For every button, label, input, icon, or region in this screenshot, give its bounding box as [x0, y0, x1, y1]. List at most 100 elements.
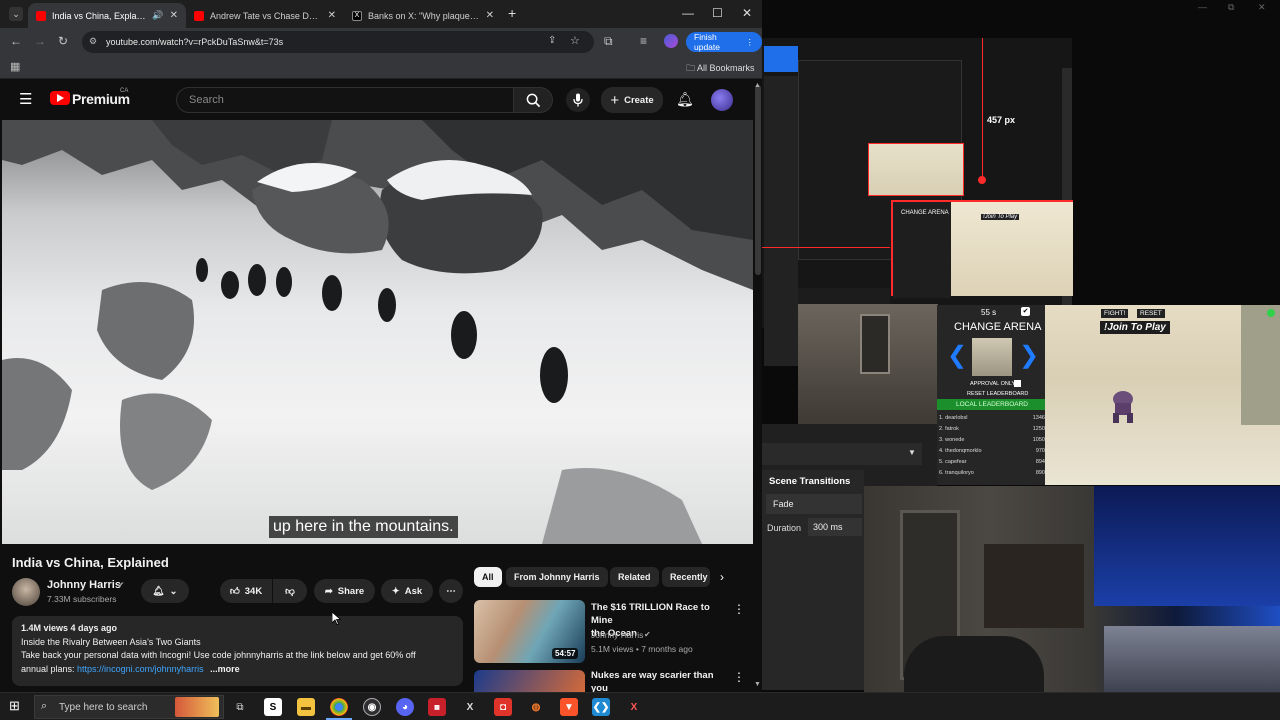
extensions-icon[interactable]: ⧉ [604, 34, 613, 49]
duration-input[interactable]: 300 ms [808, 518, 862, 536]
search-icon: ⌕ [41, 700, 48, 712]
discord-icon[interactable]: ◕ [396, 698, 414, 716]
webcam-wall-frame [984, 544, 1084, 628]
scroll-up-icon[interactable]: ▲ [754, 82, 761, 89]
chip-all[interactable]: All [474, 567, 502, 587]
close-tab-icon[interactable]: ✕ [486, 10, 494, 21]
app-s-icon[interactable]: S [264, 698, 282, 716]
subscribed-bell-button[interactable]: 🔔︎ ⌄ [141, 579, 189, 603]
maximize-button[interactable]: ☐ [712, 6, 723, 20]
search-button[interactable] [513, 87, 553, 113]
x-app2-icon[interactable]: X [625, 698, 643, 716]
chip-recently[interactable]: Recently [662, 567, 710, 587]
close-tab-icon[interactable]: ✕ [170, 10, 178, 21]
youtube-logo-icon[interactable] [50, 91, 70, 105]
nested-change-arena-label: CHANGE ARENA [901, 210, 949, 216]
account-avatar[interactable] [711, 89, 733, 111]
forward-icon[interactable]: → [34, 34, 46, 48]
share-button[interactable]: ➦ Share [314, 579, 375, 603]
minimize-icon[interactable]: — [1198, 2, 1207, 12]
tab-india-vs-china[interactable]: India vs China, Explained - Y 🔊 ✕ [28, 3, 186, 28]
back-icon[interactable]: ← [10, 34, 22, 48]
task-view-icon[interactable]: ⧉ [231, 698, 249, 716]
like-button[interactable]: 👍︎ 34K [220, 579, 272, 603]
site-info-icon[interactable]: ⚙ [89, 36, 97, 47]
close-window-button[interactable]: ✕ [742, 6, 752, 20]
rec-channel-1[interactable]: Johnny Harris [591, 630, 643, 640]
finish-update-button[interactable]: Finish update ⋮ [686, 32, 762, 52]
profile-avatar[interactable] [664, 34, 678, 48]
reset-leaderboard-button[interactable]: RESET LEADERBOARD [967, 391, 1028, 397]
vscode-icon[interactable]: ❮❯ [592, 698, 610, 716]
search-input[interactable]: Search [176, 87, 514, 113]
description-box[interactable]: 1.4M views 4 days ago Inside the Rivalry… [12, 616, 463, 686]
red-app-icon[interactable]: ◘ [494, 698, 512, 716]
rec-more-icon[interactable]: ⋮ [733, 670, 745, 684]
taskbar-search-input[interactable]: ⌕ Type here to search [34, 695, 224, 719]
chrome-icon[interactable] [330, 698, 348, 716]
view-stats: 1.4M views 4 days ago [21, 623, 118, 633]
timer-checkbox[interactable]: ✔ [1021, 307, 1030, 316]
transition-select[interactable]: Fade [766, 494, 862, 514]
restore-icon[interactable]: ⧉ [1228, 2, 1234, 13]
tab-andrew-tate[interactable]: Andrew Tate vs Chase DeMoor ✕ [186, 3, 344, 28]
rec-thumbnail-1[interactable]: 54:57 [474, 600, 585, 663]
dislike-button[interactable]: 👎︎ [273, 579, 307, 603]
voice-search-button[interactable] [566, 88, 590, 112]
notifications-bell-icon[interactable]: 🔔︎ [676, 91, 694, 108]
page-scrollbar-thumb[interactable] [755, 85, 761, 275]
arena-thumbnail [972, 338, 1012, 376]
arena-prev-button[interactable]: ❮ [947, 341, 967, 370]
approval-only-checkbox[interactable] [1014, 380, 1021, 387]
video-player[interactable]: up here in the mountains. [2, 120, 753, 544]
game-app-icon[interactable]: ▦ [428, 698, 446, 716]
channel-avatar[interactable] [12, 578, 40, 606]
incogni-link[interactable]: https://incogni.com/johnnyharris [77, 664, 204, 674]
webcam-feed-room-top [798, 304, 938, 424]
rec-title-2[interactable]: Nukes are way scarier than you think [591, 669, 731, 692]
chip-from-johnny-harris[interactable]: From Johnny Harris [506, 567, 608, 587]
change-arena-label: CHANGE ARENA [954, 321, 1042, 333]
blender-icon[interactable]: ◍ [527, 698, 545, 716]
reset-button[interactable]: RESET [1137, 309, 1165, 318]
bookmark-star-icon[interactable]: ☆ [570, 34, 580, 47]
tab-search-icon[interactable]: ⌄ [9, 7, 23, 21]
scene-transitions-title: Scene Transitions [769, 476, 851, 487]
arena-next-button[interactable]: ❯ [1019, 341, 1039, 370]
minimize-button[interactable]: — [682, 6, 694, 20]
all-bookmarks-button[interactable]: 🗀 All Bookmarks [686, 61, 755, 77]
scene-dropdown[interactable]: ▼ [762, 443, 922, 465]
chip-related[interactable]: Related [610, 567, 659, 587]
windows-start-icon[interactable]: ⊞ [9, 698, 20, 714]
channel-name[interactable]: Johnny Harris [47, 579, 121, 591]
rec-thumbnail-2[interactable] [474, 670, 585, 692]
address-bar[interactable]: ⚙ youtube.com/watch?v=rPckDuTaSnw&t=73s … [82, 31, 594, 53]
speaker-icon[interactable]: 🔊 [152, 10, 163, 21]
install-icon[interactable]: ⇪ [548, 35, 556, 46]
chevron-right-icon[interactable]: › [720, 570, 724, 584]
obs-icon[interactable]: ◉ [363, 698, 381, 716]
x-app-icon[interactable]: X [461, 698, 479, 716]
ask-button[interactable]: ✦ Ask [381, 579, 433, 603]
create-button[interactable]: + Create [601, 87, 663, 113]
browser-window: ⌄ India vs China, Explained - Y 🔊 ✕ Andr… [0, 0, 762, 692]
show-more-link[interactable]: ...more [210, 664, 240, 674]
close-icon[interactable]: ✕ [1258, 2, 1266, 13]
scroll-down-icon[interactable]: ▼ [754, 681, 761, 688]
tab-banks-on-x[interactable]: X Banks on X: "Why plaqueboym ✕ [344, 3, 502, 28]
nested-game-preview-medium[interactable]: CHANGE ARENA !Join To Play [891, 200, 1073, 298]
apps-grid-icon[interactable]: ▦ [10, 60, 20, 73]
fight-button[interactable]: FIGHT! [1101, 309, 1129, 318]
file-explorer-icon[interactable]: ▬ [297, 698, 315, 716]
brave-icon[interactable]: ▼ [560, 698, 578, 716]
rec-more-icon[interactable]: ⋮ [733, 602, 745, 616]
new-tab-button[interactable]: + [508, 5, 516, 21]
video-title: India vs China, Explained [12, 555, 169, 570]
reload-icon[interactable]: ↻ [58, 34, 68, 48]
close-tab-icon[interactable]: ✕ [328, 10, 336, 21]
obs-stream-preview: — ⧉ ✕ 457 px CHANGE ARENA !Join To Play … [762, 0, 1280, 692]
guide-handle[interactable] [978, 176, 986, 184]
menu-icon[interactable]: ☰ [19, 90, 32, 108]
more-actions-button[interactable]: ⋯ [439, 579, 463, 603]
media-control-icon[interactable]: ≡ [640, 34, 647, 48]
